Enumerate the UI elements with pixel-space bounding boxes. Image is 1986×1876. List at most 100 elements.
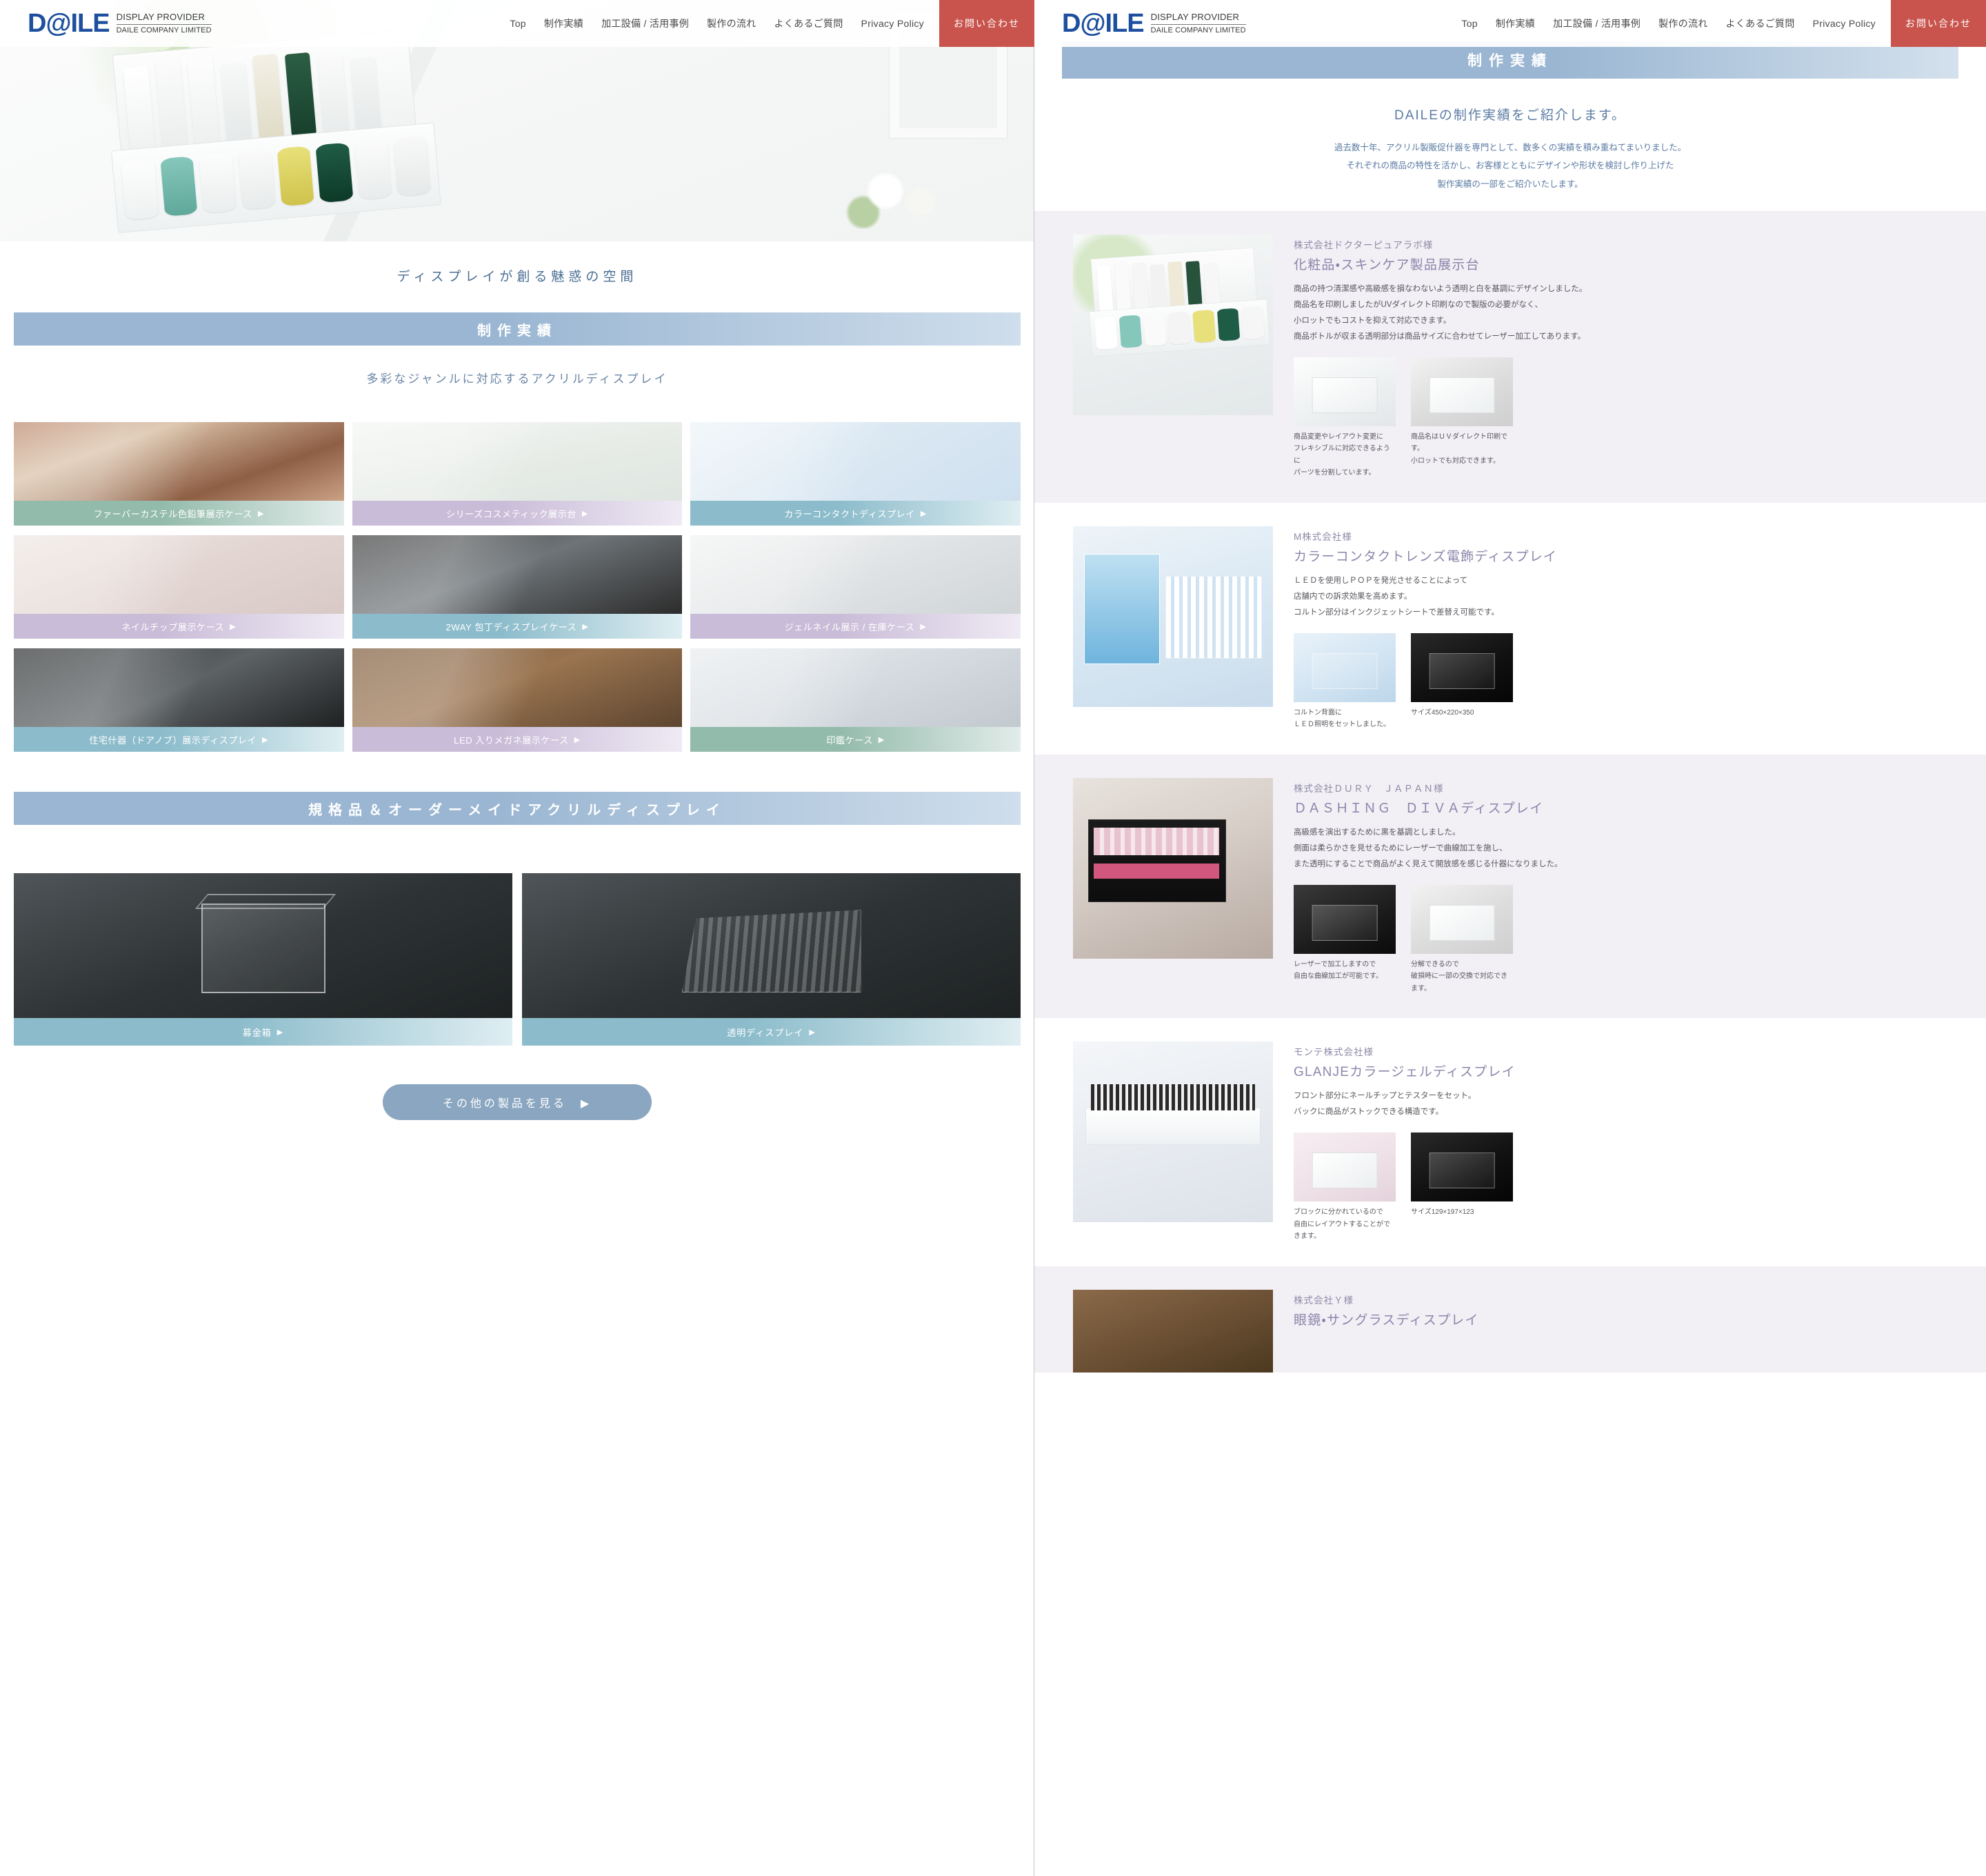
case-study-item: 株式会社Ｙ様 眼鏡・サングラスディスプレイ xyxy=(1034,1266,1986,1373)
product-caption: ジェルネイル展示 / 在庫ケース ▶ xyxy=(690,614,1021,639)
case-main-photo xyxy=(1073,1289,1273,1373)
case-description-line: 店舗内での訴求効果を高めます。 xyxy=(1294,592,1412,601)
case-study-item: モンテ株式会社様 GLANJEカラージェルディスプレイ フロント部分にネールチッ… xyxy=(1034,1018,1986,1266)
featured-caption: 透明ディスプレイ ▶ xyxy=(522,1018,1021,1046)
arrow-right-icon: ▶ xyxy=(878,735,885,744)
page-lead-text: DAILEの制作実績をご紹介します。 xyxy=(1394,108,1626,123)
case-description-line: 商品ボトルが収まる透明部分は商品サイズに合わせてレーザー加工してあります。 xyxy=(1294,332,1586,341)
nav-item-faq[interactable]: よくあるご質問 xyxy=(774,17,843,30)
nav-item-top[interactable]: Top xyxy=(1461,18,1477,29)
product-card[interactable]: ネイルチップ展示ケース ▶ xyxy=(14,535,344,639)
featured-product-card[interactable]: 募金箱 ▶ xyxy=(14,873,512,1046)
case-description-line: 商品名を印刷しましたがUVダイレクト印刷なので製版の必要がなく、 xyxy=(1294,300,1543,309)
logo-wordmark: D@ILE xyxy=(1062,9,1145,38)
arrow-right-icon: ▶ xyxy=(809,1028,816,1037)
nav-item-top[interactable]: Top xyxy=(510,18,525,29)
case-thumbnail-image xyxy=(1294,632,1396,702)
case-description-line: フロント部分にネールチップとテスターをセット。 xyxy=(1294,1092,1476,1101)
nav-item-faq[interactable]: よくあるご質問 xyxy=(1726,17,1795,30)
case-thumbnail-image xyxy=(1411,632,1513,702)
product-card[interactable]: 印鑑ケース ▶ xyxy=(690,648,1021,752)
case-thumbnail-item: レーザーで加工しますので 自由な曲線加工が可能です。 xyxy=(1294,884,1396,995)
caption-line: 商品変更やレイアウト変更に xyxy=(1294,432,1383,441)
case-thumbnail-caption: サイズ129×197×123 xyxy=(1411,1206,1513,1219)
right-browser-page: D@ILE DISPLAY PROVIDER DAILE COMPANY LIM… xyxy=(1034,0,1986,1876)
case-thumbnail-caption: 商品名はＵＶダイレクト印刷です。 小ロットでも対応できます。 xyxy=(1411,431,1513,468)
case-thumbnail-image xyxy=(1411,357,1513,426)
left-browser-page: D@ILE DISPLAY PROVIDER DAILE COMPANY LIM… xyxy=(0,0,1034,1876)
caption-line: レーザーで加工しますので xyxy=(1294,960,1376,968)
arrow-right-icon: ▶ xyxy=(230,622,237,631)
nav-item-privacy-policy[interactable]: Privacy Policy xyxy=(861,18,924,29)
product-card[interactable]: 住宅什器（ドアノブ）展示ディスプレイ ▶ xyxy=(14,648,344,752)
arrow-right-icon: ▶ xyxy=(582,622,589,631)
nav-item-flow[interactable]: 製作の流れ xyxy=(707,17,756,30)
product-thumbnail xyxy=(690,648,1021,727)
product-caption-text: ネイルチップ展示ケース xyxy=(121,621,225,632)
product-caption-text: 住宅什器（ドアノブ）展示ディスプレイ xyxy=(89,735,257,746)
site-header-right: D@ILE DISPLAY PROVIDER DAILE COMPANY LIM… xyxy=(1034,0,1986,47)
nav-item-equipment[interactable]: 加工設備 / 活用事例 xyxy=(601,17,689,30)
product-caption: 印鑑ケース ▶ xyxy=(690,727,1021,752)
case-body: モンテ株式会社様 GLANJEカラージェルディスプレイ フロント部分にネールチッ… xyxy=(1294,1041,1986,1243)
logo-tagline-1: DISPLAY PROVIDER xyxy=(1150,12,1246,25)
case-title: 眼鏡・サングラスディスプレイ xyxy=(1294,1313,1479,1328)
case-thumbnail-caption: コルトン背面に ＬＥＤ照明をセットしました。 xyxy=(1294,707,1396,731)
brand-logo-right[interactable]: D@ILE DISPLAY PROVIDER DAILE COMPANY LIM… xyxy=(1034,0,1246,47)
featured-thumbnail xyxy=(14,873,512,1018)
logo-tagline-2: DAILE COMPANY LIMITED xyxy=(1150,26,1246,34)
case-thumbnail-item: 商品名はＵＶダイレクト印刷です。 小ロットでも対応できます。 xyxy=(1411,357,1513,479)
case-main-photo xyxy=(1073,526,1273,707)
case-thumbnail-row: レーザーで加工しますので 自由な曲線加工が可能です。 分解できるので 破損時に一… xyxy=(1294,884,1953,995)
nav-item-equipment[interactable]: 加工設備 / 活用事例 xyxy=(1553,17,1641,30)
case-title: ＤＡＳＨＩＮＧ ＤＩＶＡディスプレイ xyxy=(1294,801,1544,816)
case-main-photo xyxy=(1073,1041,1273,1223)
contact-button-left[interactable]: お問い合わせ xyxy=(939,0,1034,47)
contact-button-right[interactable]: お問い合わせ xyxy=(1891,0,1986,47)
page-description: 過去数十年、アクリル製販促什器を専門として、数多くの実績を積み重ねてまいりました… xyxy=(1034,123,1986,193)
product-caption: ネイルチップ展示ケース ▶ xyxy=(14,614,344,639)
case-study-item: M株式会社様 カラーコンタクトレンズ電飾ディスプレイ ＬＥＤを使用しＰＯＰを発光… xyxy=(1034,502,1986,755)
featured-product-card[interactable]: 透明ディスプレイ ▶ xyxy=(522,873,1021,1046)
product-card[interactable]: シリーズコスメティック展示台 ▶ xyxy=(352,422,683,526)
product-caption: 住宅什器（ドアノブ）展示ディスプレイ ▶ xyxy=(14,727,344,752)
arrow-right-icon: ▶ xyxy=(574,735,581,744)
case-client-name: 株式会社ＤＵＲＹ ＪＡＰＡＮ様 xyxy=(1294,783,1444,794)
product-card[interactable]: カラーコンタクトディスプレイ ▶ xyxy=(690,422,1021,526)
more-products-button[interactable]: その他の製品を見る ▶ xyxy=(383,1084,652,1120)
product-caption-text: 2WAY 包丁ディスプレイケース xyxy=(445,621,577,632)
product-thumbnail xyxy=(14,535,344,614)
nav-item-works[interactable]: 制作実績 xyxy=(1496,17,1535,30)
case-thumbnail-image xyxy=(1294,884,1396,954)
case-thumbnail-image xyxy=(1411,1132,1513,1202)
product-caption-text: ファーバーカステル色鉛筆展示ケース xyxy=(93,508,252,519)
product-card[interactable]: ジェルネイル展示 / 在庫ケース ▶ xyxy=(690,535,1021,639)
product-card[interactable]: ファーバーカステル色鉛筆展示ケース ▶ xyxy=(14,422,344,526)
product-card[interactable]: 2WAY 包丁ディスプレイケース ▶ xyxy=(352,535,683,639)
caption-line: ブロックに分かれているので xyxy=(1294,1208,1383,1217)
nav-item-privacy-policy[interactable]: Privacy Policy xyxy=(1813,18,1876,29)
case-title: 化粧品・スキンケア製品展示台 xyxy=(1294,257,1480,272)
product-card[interactable]: LED 入りメガネ展示ケース ▶ xyxy=(352,648,683,752)
arrow-right-icon: ▶ xyxy=(920,622,927,631)
featured-caption-text: 募金箱 xyxy=(242,1027,272,1038)
case-thumbnail-row: コルトン背面に ＬＥＤ照明をセットしました。 サイズ450×220×350 xyxy=(1294,632,1953,731)
works-subtitle: 多彩なジャンルに対応するアクリルディスプレイ xyxy=(366,372,668,386)
brand-logo-left[interactable]: D@ILE DISPLAY PROVIDER DAILE COMPANY LIM… xyxy=(0,0,212,47)
case-thumbnail-item: ブロックに分かれているので 自由にレイアウトすることができます。 xyxy=(1294,1132,1396,1243)
arrow-right-icon: ▶ xyxy=(262,735,269,744)
case-thumbnail-row: 商品変更やレイアウト変更に フレキシブルに対応できるように パーツを分割していま… xyxy=(1294,357,1953,479)
main-nav-left: Top 制作実績 加工設備 / 活用事例 製作の流れ よくあるご質問 Priva… xyxy=(212,0,939,47)
page-title-band: 制作実績 xyxy=(1062,41,1958,79)
product-caption: シリーズコスメティック展示台 ▶ xyxy=(352,501,683,526)
caption-line: サイズ129×197×123 xyxy=(1411,1208,1474,1217)
nav-item-flow[interactable]: 製作の流れ xyxy=(1658,17,1708,30)
case-thumbnail-row: ブロックに分かれているので 自由にレイアウトすることができます。 サイズ129×… xyxy=(1294,1132,1953,1243)
logo-tagline-2: DAILE COMPANY LIMITED xyxy=(116,26,212,34)
product-thumbnail xyxy=(14,422,344,501)
case-description-line: コルトン部分はインクジェットシートで差替え可能です。 xyxy=(1294,608,1499,617)
nav-item-works[interactable]: 制作実績 xyxy=(544,17,583,30)
case-description: 高級感を演出するために黒を基調としました。 側面は柔らかさを見せるためにレーザー… xyxy=(1294,825,1953,872)
caption-line: ＬＥＤ照明をセットしました。 xyxy=(1294,721,1390,729)
hero-tagline: ディスプレイが創る魅惑の空間 xyxy=(397,270,638,284)
